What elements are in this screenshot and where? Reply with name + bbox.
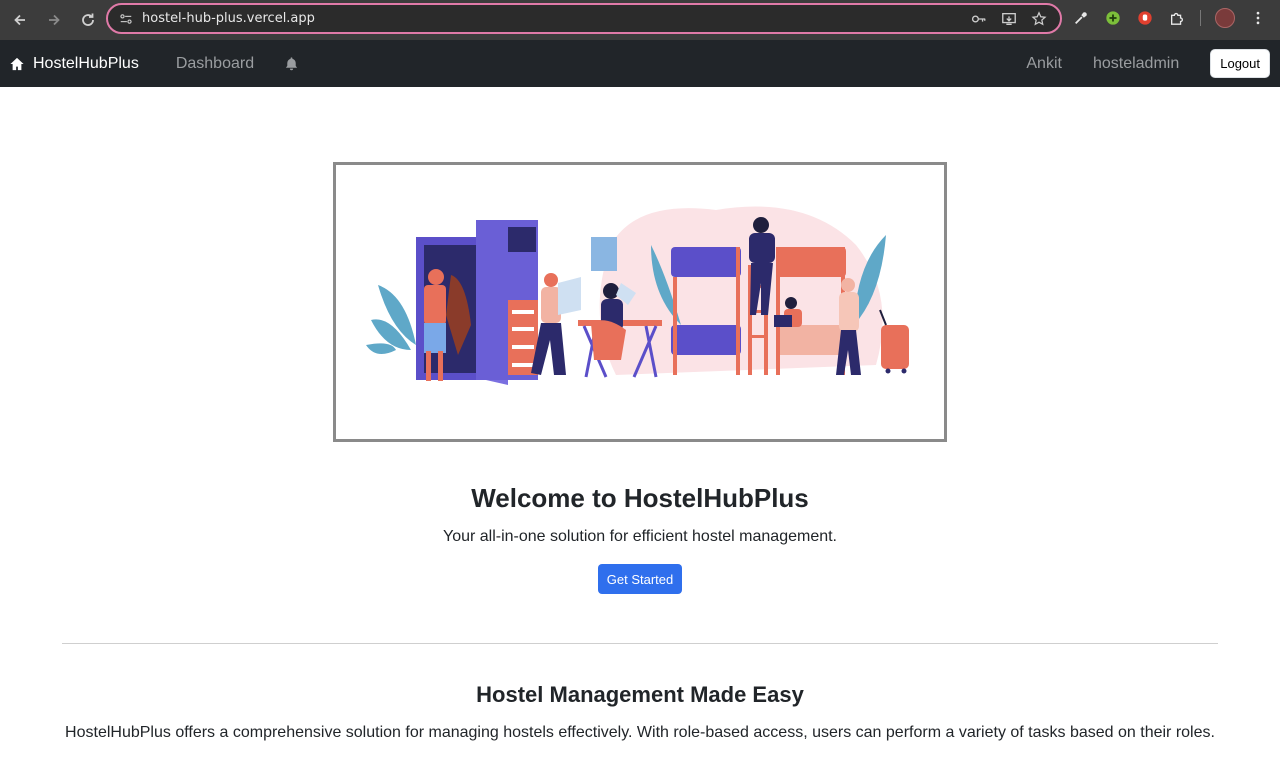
brand-link[interactable]: HostelHubPlus	[10, 55, 139, 73]
url-text[interactable]: hostel-hub-plus.vercel.app	[142, 11, 315, 26]
get-started-button[interactable]: Get Started	[598, 564, 682, 594]
section-divider	[62, 643, 1218, 644]
home-icon	[10, 57, 24, 70]
about-text: HostelHubPlus offers a comprehensive sol…	[65, 724, 1215, 741]
nav-dashboard-link[interactable]: Dashboard	[176, 55, 254, 73]
extensions-puzzle-icon[interactable]	[1168, 9, 1186, 27]
about-title: Hostel Management Made Easy	[476, 682, 804, 707]
hero-illustration	[333, 162, 947, 442]
app-navbar: HostelHubPlus Dashboard Ankit hosteladmi…	[0, 40, 1280, 87]
red-hand-extension-icon[interactable]	[1136, 9, 1154, 27]
password-key-icon[interactable]	[970, 10, 988, 28]
reload-icon[interactable]	[76, 8, 100, 32]
logout-button[interactable]: Logout	[1210, 49, 1270, 78]
menu-kebab-icon[interactable]	[1249, 9, 1267, 27]
install-app-icon[interactable]	[1000, 10, 1018, 28]
nav-user-name[interactable]: Ankit	[1026, 55, 1062, 73]
profile-avatar[interactable]	[1215, 8, 1235, 28]
notification-bell-icon[interactable]	[284, 56, 300, 72]
green-plus-extension-icon[interactable]	[1104, 9, 1122, 27]
nav-user-role[interactable]: hosteladmin	[1093, 55, 1179, 73]
address-bar[interactable]: hostel-hub-plus.vercel.app	[106, 3, 1062, 34]
site-settings-icon[interactable]	[118, 11, 134, 27]
hero-title: Welcome to HostelHubPlus	[471, 483, 809, 513]
browser-toolbar: hostel-hub-plus.vercel.app	[0, 0, 1280, 40]
eyedropper-extension-icon[interactable]	[1072, 9, 1090, 27]
hero-tagline: Your all-in-one solution for efficient h…	[442, 528, 837, 545]
toolbar-separator	[1200, 10, 1201, 26]
bookmark-star-icon[interactable]	[1030, 10, 1048, 28]
forward-icon[interactable]	[42, 8, 66, 32]
back-icon[interactable]	[8, 8, 32, 32]
brand-name: HostelHubPlus	[33, 54, 139, 72]
